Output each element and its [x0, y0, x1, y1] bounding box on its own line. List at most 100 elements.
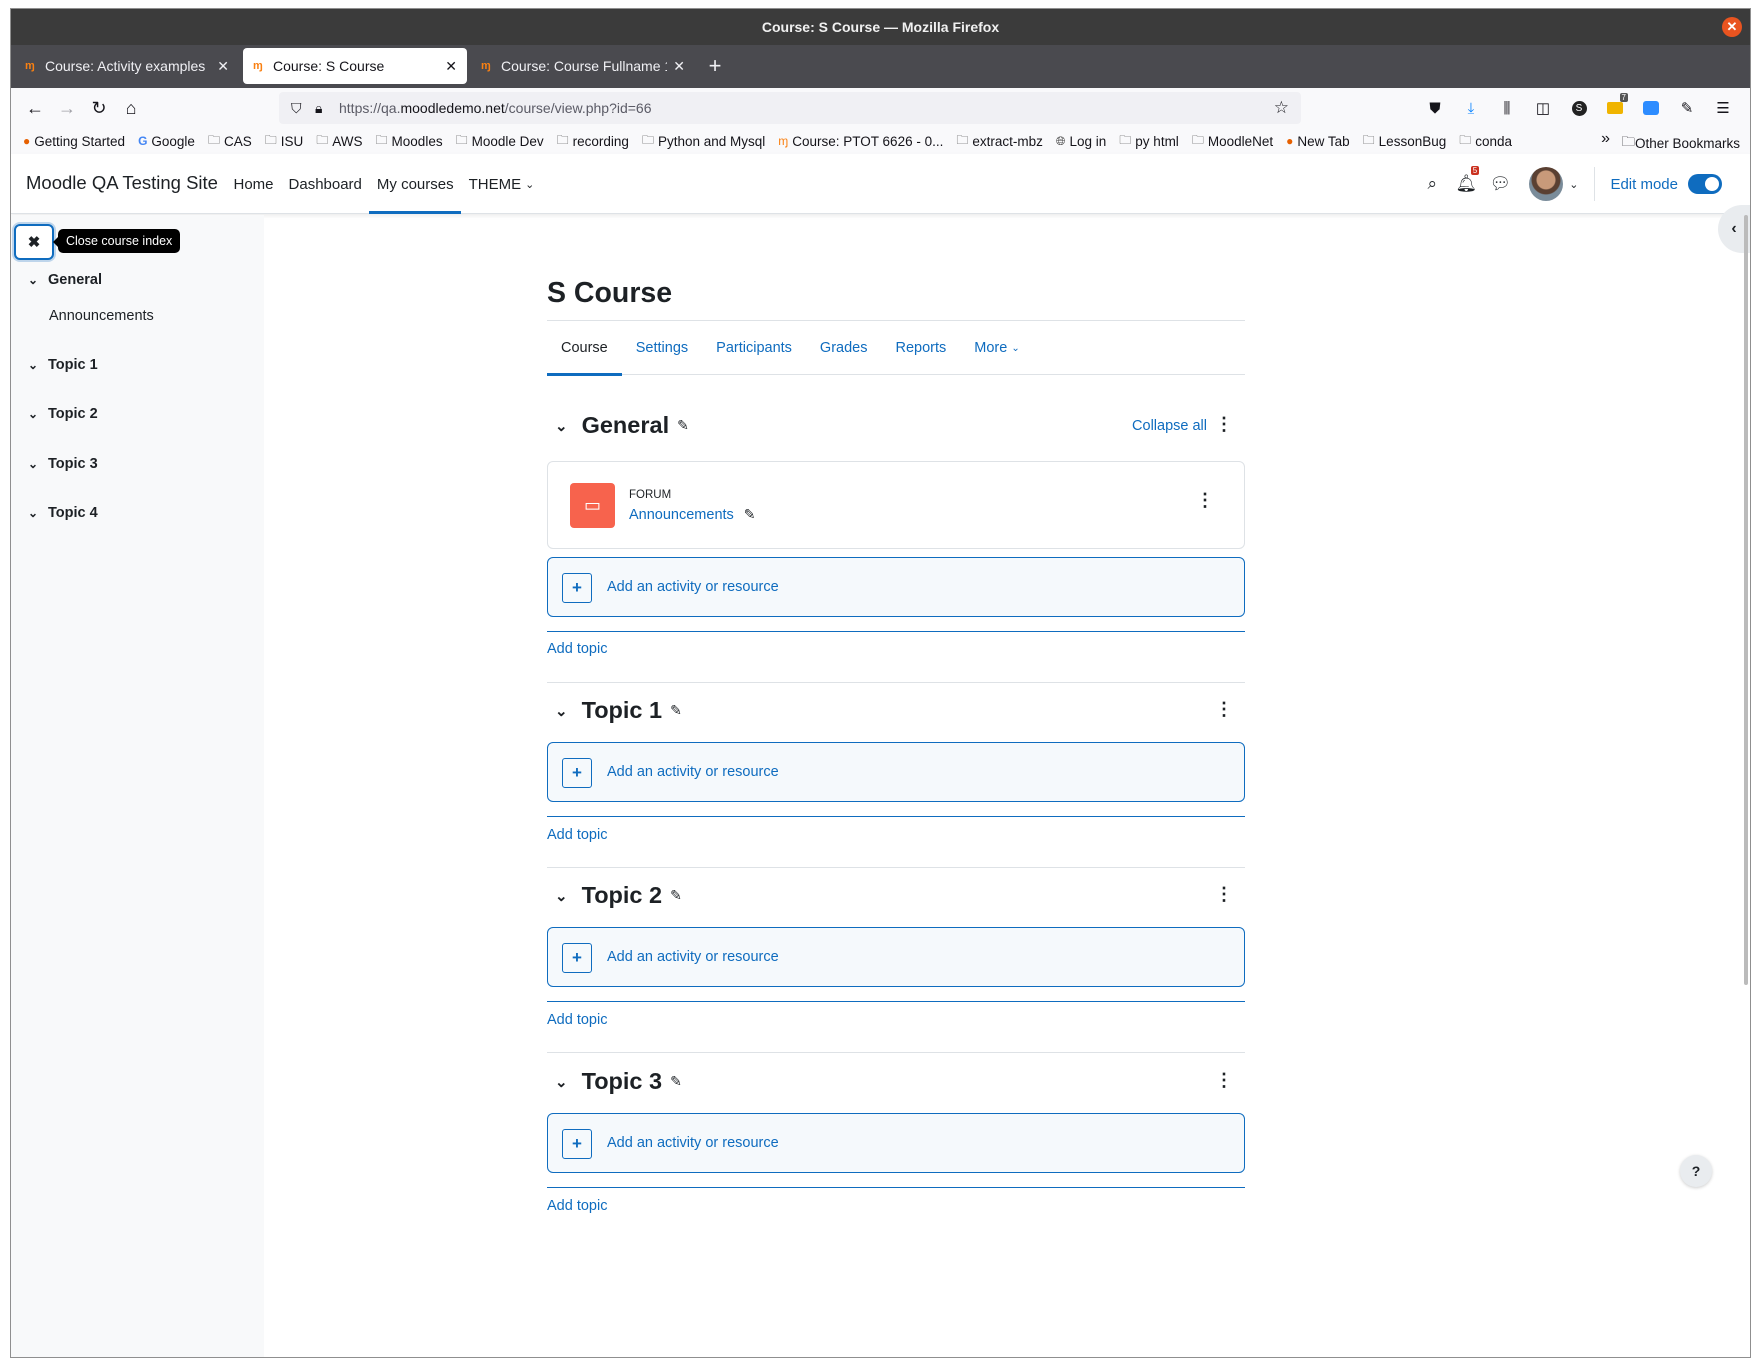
bookmark-folder-isu[interactable]: 🗀 ISU	[265, 131, 304, 152]
bookmark-course-ptot[interactable]: ɱ Course: PTOT 6626 - 0...	[778, 134, 943, 149]
reload-icon[interactable]: ↻	[83, 92, 115, 124]
pocket-icon[interactable]: ⛊	[1420, 92, 1450, 124]
pencil-icon[interactable]: ✎	[744, 506, 756, 523]
forward-icon[interactable]: →	[51, 92, 83, 124]
new-tab-button[interactable]: +	[697, 48, 733, 84]
bookmark-folder-cas[interactable]: 🗀 CAS	[208, 131, 252, 152]
tab-close-icon[interactable]: ✕	[673, 58, 685, 75]
bookmark-folder-recording[interactable]: 🗀 recording	[557, 131, 629, 152]
chevron-down-icon[interactable]: ⌄	[28, 358, 48, 372]
tab-course-fullname[interactable]: ɱ Course: Course Fullname 101 ✕	[471, 48, 695, 84]
close-course-index-button[interactable]: ✖	[14, 224, 54, 260]
window-close-button[interactable]: ✕	[1722, 17, 1742, 37]
sidebar-icon[interactable]: ◫	[1528, 92, 1558, 124]
scrollbar[interactable]	[1744, 215, 1748, 985]
course-index-section-general[interactable]: ⌄ General	[28, 272, 102, 288]
address-bar[interactable]: ⛉ 🔒︎ https://qa. moodledemo.net/course/vi…	[279, 92, 1301, 124]
bookmark-folder-python-mysql[interactable]: 🗀 Python and Mysql	[642, 131, 765, 152]
section-title[interactable]: Topic 1	[582, 697, 663, 724]
nav-home[interactable]: Home	[226, 154, 281, 214]
add-topic-link[interactable]: Add topic	[547, 827, 607, 843]
help-button[interactable]: ?	[1680, 1155, 1712, 1187]
search-icon[interactable]: ⌕	[1415, 174, 1449, 194]
course-index-section-topic-4[interactable]: ⌄ Topic 4	[28, 505, 98, 521]
back-icon[interactable]: ←	[19, 92, 51, 124]
bookmark-folder-extract-mbz[interactable]: 🗀 extract-mbz	[956, 131, 1043, 152]
section-kebab-icon[interactable]: ⋮	[1215, 884, 1233, 905]
section-title[interactable]: Topic 3	[582, 1068, 663, 1095]
nav-theme-dropdown[interactable]: THEME ⌄	[461, 154, 542, 214]
lock-icon[interactable]: 🔒︎	[315, 100, 339, 117]
bookmark-log-in[interactable]: 🌐︎ Log in	[1056, 134, 1106, 149]
tab-reports[interactable]: Reports	[881, 321, 960, 375]
add-activity-button[interactable]: + Add an activity or resource	[547, 1113, 1245, 1173]
shield-icon[interactable]: ⛉	[291, 100, 315, 117]
course-index-section-topic-3[interactable]: ⌄ Topic 3	[28, 456, 98, 472]
pencil-icon[interactable]: ✎	[677, 417, 689, 434]
bookmarks-overflow-icon[interactable]: »	[1601, 130, 1610, 148]
messages-icon[interactable]: 💬︎	[1483, 174, 1517, 194]
chevron-down-icon[interactable]: ⌄	[1569, 178, 1578, 191]
bookmark-google[interactable]: G Google	[138, 134, 195, 149]
tab-s-course[interactable]: ɱ Course: S Course ✕	[243, 48, 467, 84]
bookmark-folder-moodles[interactable]: 🗀 Moodles	[376, 131, 443, 152]
library-icon[interactable]: ⫼	[1492, 92, 1522, 124]
course-index-item-announcements[interactable]: Announcements	[49, 308, 154, 324]
activity-name-link[interactable]: Announcements ✎	[629, 506, 756, 523]
section-kebab-icon[interactable]: ⋮	[1215, 1070, 1233, 1091]
pencil-icon[interactable]: ✎	[670, 702, 682, 719]
extension-pen-icon[interactable]: ✎	[1672, 92, 1702, 124]
section-kebab-icon[interactable]: ⋮	[1215, 699, 1233, 720]
section-title[interactable]: General	[582, 412, 670, 439]
add-topic-link[interactable]: Add topic	[547, 1012, 607, 1028]
chevron-down-icon[interactable]: ⌄	[555, 702, 568, 720]
tab-close-icon[interactable]: ✕	[217, 58, 229, 75]
section-title[interactable]: Topic 2	[582, 882, 663, 909]
chevron-down-icon[interactable]: ⌄	[28, 407, 48, 421]
menu-icon[interactable]: ☰	[1708, 92, 1738, 124]
collapse-all-link[interactable]: Collapse all	[1132, 418, 1207, 434]
bookmark-getting-started[interactable]: ● Getting Started	[23, 134, 125, 149]
extension-folder-icon[interactable]: 7	[1600, 92, 1630, 124]
activity-kebab-icon[interactable]: ⋮	[1196, 490, 1214, 511]
add-topic-link[interactable]: Add topic	[547, 1198, 607, 1214]
tab-grades[interactable]: Grades	[806, 321, 882, 375]
chevron-down-icon[interactable]: ⌄	[555, 417, 568, 435]
bookmark-folder-moodlenet[interactable]: 🗀 MoodleNet	[1192, 131, 1273, 152]
bookmark-folder-moodle-dev[interactable]: 🗀 Moodle Dev	[456, 131, 544, 152]
chevron-down-icon[interactable]: ⌄	[28, 457, 48, 471]
course-index-section-topic-1[interactable]: ⌄ Topic 1	[28, 357, 98, 373]
chevron-down-icon[interactable]: ⌄	[28, 273, 48, 287]
chevron-down-icon[interactable]: ⌄	[555, 1073, 568, 1091]
nav-dashboard[interactable]: Dashboard	[281, 154, 369, 214]
add-activity-button[interactable]: + Add an activity or resource	[547, 557, 1245, 617]
pencil-icon[interactable]: ✎	[670, 1073, 682, 1090]
avatar[interactable]	[1529, 167, 1564, 201]
add-topic-link[interactable]: Add topic	[547, 641, 607, 657]
add-activity-button[interactable]: + Add an activity or resource	[547, 927, 1245, 987]
bookmark-folder-py-html[interactable]: 🗀 py html	[1119, 131, 1179, 152]
tab-course[interactable]: Course	[547, 321, 622, 376]
add-activity-button[interactable]: + Add an activity or resource	[547, 742, 1245, 802]
zoom-extension-icon[interactable]	[1636, 92, 1666, 124]
tab-more[interactable]: More ⌄	[960, 321, 1033, 375]
site-name[interactable]: Moodle QA Testing Site	[26, 172, 218, 194]
chevron-down-icon[interactable]: ⌄	[555, 887, 568, 905]
bookmark-new-tab[interactable]: ● New Tab	[1286, 134, 1350, 149]
extension-s-icon[interactable]: S	[1564, 92, 1594, 124]
edit-mode-toggle[interactable]	[1688, 174, 1722, 194]
course-index-section-topic-2[interactable]: ⌄ Topic 2	[28, 406, 98, 422]
home-icon[interactable]: ⌂	[115, 92, 147, 124]
bookmark-folder-lessonbug[interactable]: 🗀 LessonBug	[1363, 131, 1447, 152]
tab-settings[interactable]: Settings	[622, 321, 702, 375]
section-kebab-icon[interactable]: ⋮	[1215, 414, 1233, 435]
download-icon[interactable]: ⤓	[1456, 92, 1486, 124]
nav-my-courses[interactable]: My courses	[369, 154, 461, 214]
chevron-down-icon[interactable]: ⌄	[28, 506, 48, 520]
tab-participants[interactable]: Participants	[702, 321, 806, 375]
bookmark-star-icon[interactable]: ☆	[1274, 98, 1289, 118]
tab-activity-examples[interactable]: ɱ Course: Activity examples ✕	[15, 48, 239, 84]
bookmark-folder-aws[interactable]: 🗀 AWS	[316, 131, 362, 152]
pencil-icon[interactable]: ✎	[670, 887, 682, 904]
notifications-bell-icon[interactable]: 🔔︎ 5	[1449, 166, 1483, 194]
